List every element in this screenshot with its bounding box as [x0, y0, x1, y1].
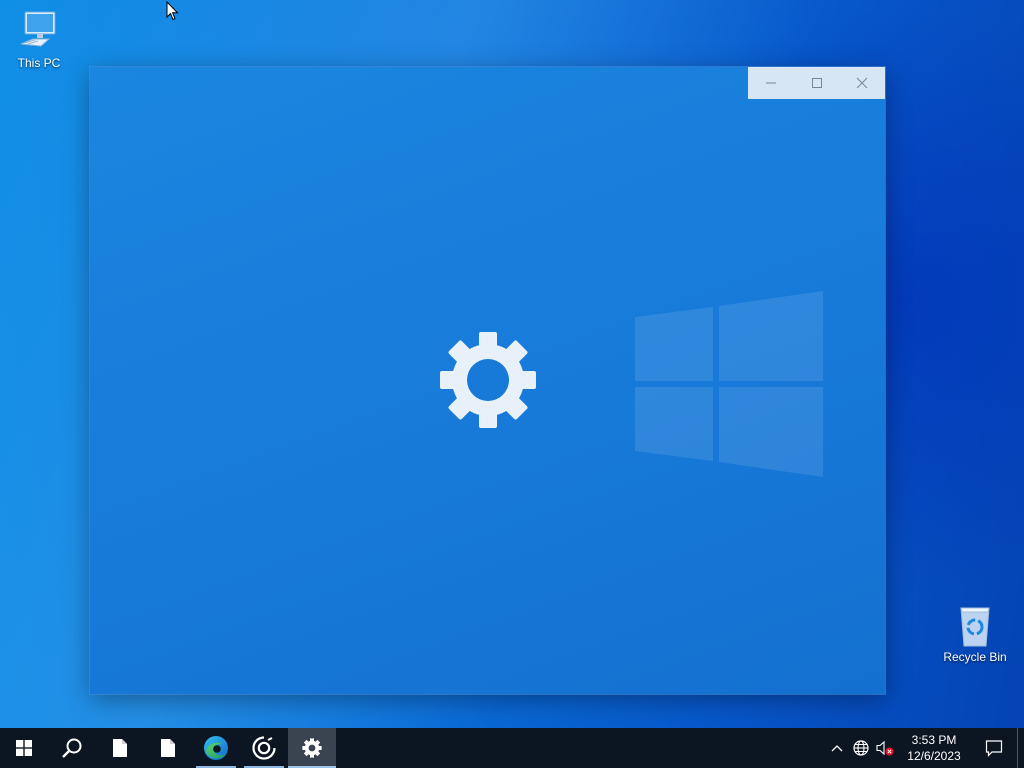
- search-button[interactable]: [48, 728, 96, 768]
- document-icon: [161, 739, 175, 757]
- desktop-icon-label: Recycle Bin: [943, 650, 1007, 664]
- chevron-up-icon: [831, 745, 843, 752]
- speaker-muted-icon: [876, 740, 894, 756]
- close-button[interactable]: [839, 67, 885, 99]
- recycle-bin-icon: [960, 607, 990, 647]
- mouse-cursor-icon: [166, 1, 179, 21]
- taskbar-item-edge[interactable]: [192, 728, 240, 768]
- maximize-button[interactable]: [794, 67, 840, 99]
- show-desktop-button[interactable]: [1017, 728, 1024, 768]
- start-button[interactable]: [0, 728, 48, 768]
- clock-time: 3:53 PM: [911, 733, 957, 747]
- close-icon: [856, 77, 868, 89]
- window-caption-buttons: [748, 67, 885, 99]
- action-center-button[interactable]: [971, 728, 1017, 768]
- action-center-icon: [985, 740, 1003, 757]
- taskbar-item-media-player[interactable]: [240, 728, 288, 768]
- network-button[interactable]: [849, 728, 873, 768]
- clock-date: 12/6/2023: [907, 749, 961, 763]
- taskbar: 3:53 PM 12/6/2023: [0, 728, 1024, 768]
- desktop[interactable]: This PC Recycle Bin 3:53 PM 12/6/2023: [0, 0, 1024, 768]
- taskbar-clock[interactable]: 3:53 PM 12/6/2023: [897, 732, 971, 764]
- settings-gear-icon: [302, 738, 322, 758]
- windows-start-icon: [16, 740, 32, 756]
- search-icon: [62, 738, 82, 758]
- gear-icon: [440, 332, 536, 428]
- network-globe-icon: [853, 740, 869, 756]
- minimize-icon: [765, 82, 776, 84]
- taskbar-item-document-1[interactable]: [96, 728, 144, 768]
- volume-button[interactable]: [873, 728, 897, 768]
- maximize-icon: [811, 78, 822, 88]
- edge-browser-icon: [204, 736, 228, 760]
- media-player-icon: [252, 736, 276, 760]
- show-hidden-icons-button[interactable]: [825, 728, 849, 768]
- minimize-button[interactable]: [748, 67, 794, 99]
- system-tray: 3:53 PM 12/6/2023: [825, 728, 1024, 768]
- desktop-icon-label: This PC: [17, 56, 61, 70]
- windows-logo-watermark-icon: [635, 291, 823, 477]
- taskbar-item-document-2[interactable]: [144, 728, 192, 768]
- taskbar-item-settings[interactable]: [288, 728, 336, 768]
- settings-app-window[interactable]: [90, 67, 885, 694]
- desktop-icon-this-pc[interactable]: This PC: [2, 8, 76, 70]
- desktop-icon-recycle-bin[interactable]: Recycle Bin: [938, 602, 1012, 664]
- document-icon: [113, 739, 127, 757]
- computer-icon: [20, 11, 56, 47]
